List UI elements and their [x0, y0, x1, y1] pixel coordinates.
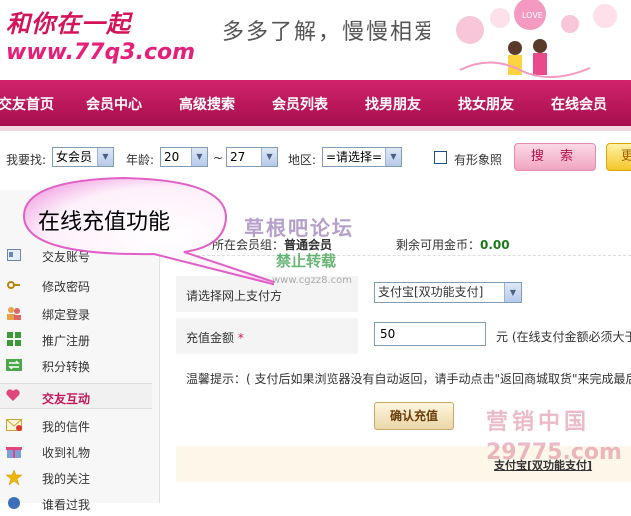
- callout-text: 在线充值功能: [38, 210, 171, 235]
- site-header: 和你在一起 www.77q3.com 多多了解，慢慢相爱 LOVE: [0, 0, 631, 80]
- mail-icon: [6, 417, 22, 433]
- more-button[interactable]: 更: [606, 143, 631, 171]
- region-label: 地区:: [288, 153, 317, 167]
- amount-label-cell: 充值金额 *: [176, 318, 358, 354]
- watermark-forum: 草根吧论坛: [244, 216, 354, 240]
- nav-member-list[interactable]: 会员列表: [272, 94, 328, 114]
- age-to-select[interactable]: 27 ▼: [226, 147, 278, 167]
- site-slogan: 多多了解，慢慢相爱: [222, 20, 439, 45]
- nav-online-members[interactable]: 在线会员: [551, 94, 607, 114]
- sidebar-item-my-follows[interactable]: 我的关注: [0, 464, 160, 490]
- watermark-marketing: 营销中国: [486, 409, 591, 435]
- recharge-tip: 温馨提示：( 支付后如果浏览器没有自动返回，请手动点击"返回商城取货"来完成最后: [186, 372, 631, 386]
- sidebar-item-who-viewed-me[interactable]: 谁看过我: [0, 490, 160, 516]
- sidebar-item-received-gifts[interactable]: 收到礼物: [0, 438, 160, 464]
- sidebar-item-label: 绑定登录: [42, 308, 91, 322]
- chevron-down-icon: ▼: [385, 148, 401, 166]
- photo-label: 有形象照: [454, 153, 503, 167]
- gift-icon: [6, 443, 22, 459]
- grid-icon: [6, 331, 22, 347]
- age-label: 年龄:: [126, 153, 155, 167]
- sidebar-item-label: 我的关注: [42, 472, 91, 486]
- chevron-down-icon: ▼: [261, 148, 277, 166]
- nav-advanced-search[interactable]: 高级搜索: [179, 94, 235, 114]
- pay-method-select[interactable]: 支付宝[双功能支付] ▼: [374, 282, 522, 303]
- sidebar-item-points-exchange[interactable]: 积分转换: [0, 352, 160, 378]
- coin-balance-info: 剩余可用金币：0.00: [396, 238, 510, 252]
- sidebar-section-interaction[interactable]: 交友互动: [0, 383, 152, 409]
- sidebar-item-label: 收到礼物: [42, 446, 91, 460]
- gender-select[interactable]: 女会员 ▼: [52, 147, 114, 167]
- amount-input[interactable]: 50: [374, 322, 486, 346]
- nav-member-center[interactable]: 会员中心: [86, 94, 142, 114]
- amount-note: 元 (在线支付金额必须大于: [496, 330, 631, 344]
- sidebar-item-label: 推广注册: [42, 334, 91, 348]
- find-label: 我要找:: [6, 153, 47, 167]
- sidebar-item-bind-login[interactable]: 绑定登录: [0, 300, 160, 326]
- star-icon: [6, 469, 22, 485]
- nav-find-boyfriend[interactable]: 找男朋友: [365, 94, 421, 114]
- watermark-url: www.cgzz8.com: [272, 275, 353, 286]
- watermark-no-repost: 禁止转载: [276, 252, 337, 270]
- heart-icon: [6, 389, 20, 405]
- sidebar-item-label: 谁看过我: [42, 498, 91, 512]
- amount-label: 充值金额 *: [186, 331, 244, 345]
- nav-home[interactable]: 交友首页: [0, 94, 54, 114]
- users-icon: [6, 305, 22, 321]
- age-from-select[interactable]: 20 ▼: [160, 147, 208, 167]
- chevron-down-icon: ▼: [191, 148, 207, 166]
- couple-decoration-image: LOVE: [430, 0, 631, 78]
- sidebar-item-promote-register[interactable]: 推广注册: [0, 326, 160, 352]
- eye-icon: [6, 495, 22, 511]
- svg-text:LOVE: LOVE: [522, 11, 543, 20]
- main-nav: 交友首页 会员中心 高级搜索 会员列表 找男朋友 找女朋友 在线会员: [0, 80, 631, 126]
- age-separator: ~: [213, 151, 224, 165]
- confirm-recharge-button[interactable]: 确认充值: [374, 402, 454, 430]
- sidebar-item-my-letters[interactable]: 我的信件: [0, 412, 160, 438]
- exchange-icon: [6, 357, 22, 373]
- search-button[interactable]: 搜 索: [514, 143, 596, 171]
- site-logo[interactable]: 和你在一起 www.77q3.com: [0, 0, 195, 78]
- logo-url: www.77q3.com: [6, 40, 196, 65]
- watermark-domain: 29775.com: [486, 440, 622, 465]
- sidebar-section-label: 交友互动: [42, 392, 91, 406]
- chevron-down-icon: ▼: [97, 148, 113, 166]
- sidebar-item-label: 积分转换: [42, 360, 91, 374]
- logo-text: 和你在一起: [6, 9, 131, 38]
- region-select[interactable]: =请选择= ▼: [322, 147, 402, 167]
- nav-find-girlfriend[interactable]: 找女朋友: [458, 94, 514, 114]
- chevron-down-icon: ▼: [504, 283, 521, 302]
- sidebar-item-label: 我的信件: [42, 420, 91, 434]
- photo-checkbox[interactable]: [434, 151, 447, 164]
